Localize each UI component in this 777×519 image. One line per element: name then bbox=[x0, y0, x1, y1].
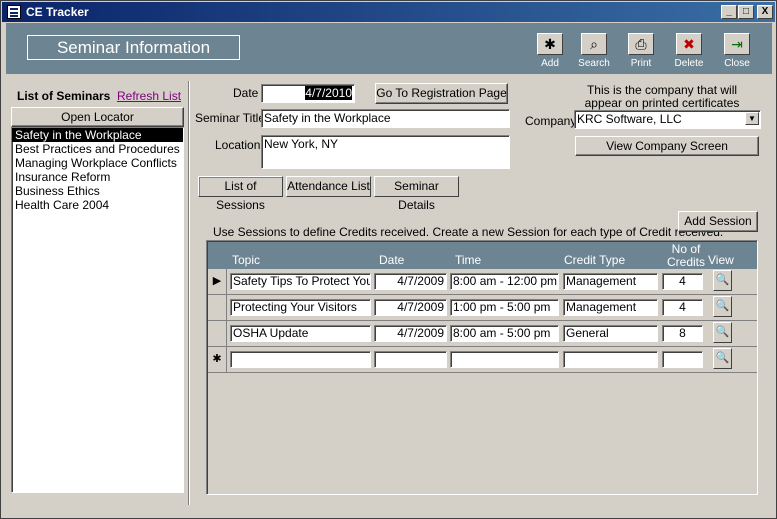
maximize-button[interactable]: □ bbox=[738, 5, 754, 19]
add-label: Add bbox=[541, 58, 559, 69]
credits-cell[interactable]: 4 bbox=[662, 299, 703, 316]
seminar-title-label: Seminar Title bbox=[195, 111, 266, 125]
credit-type-cell[interactable]: Management bbox=[563, 273, 658, 290]
title-bar[interactable]: CE Tracker _ □ X bbox=[2, 2, 775, 22]
col-date: Date bbox=[379, 253, 405, 267]
time-cell[interactable]: 8:00 am - 5:00 pm bbox=[450, 325, 559, 342]
row-selector[interactable] bbox=[208, 295, 227, 320]
time-cell[interactable]: 8:00 am - 12:00 pm bbox=[450, 273, 559, 290]
close-label: Close bbox=[724, 58, 750, 69]
tab-seminar-details[interactable]: Seminar Details bbox=[374, 176, 459, 212]
delete-button[interactable]: ✖ Delete bbox=[669, 33, 709, 69]
col-topic: Topic bbox=[232, 253, 261, 267]
date-field[interactable]: 4/7/2010 bbox=[261, 84, 355, 103]
table-row[interactable]: OSHA Update 4/7/2009 8:00 am - 5:00 pm G… bbox=[208, 321, 757, 347]
list-item[interactable]: Business Ethics bbox=[12, 184, 183, 198]
topic-cell[interactable]: OSHA Update bbox=[230, 325, 371, 342]
search-label: Search bbox=[578, 58, 610, 69]
company-note: This is the company that will appear on … bbox=[584, 83, 740, 110]
date-value: 4/7/2010 bbox=[305, 86, 352, 100]
time-cell[interactable] bbox=[450, 351, 559, 368]
time-cell[interactable]: 1:00 pm - 5:00 pm bbox=[450, 299, 559, 316]
company-label: Company bbox=[525, 114, 577, 128]
table-row[interactable]: Protecting Your Visitors 4/7/2009 1:00 p… bbox=[208, 295, 757, 321]
col-view: View bbox=[708, 253, 734, 267]
topic-cell[interactable] bbox=[230, 351, 371, 368]
seminar-title-field[interactable]: Safety in the Workplace bbox=[261, 109, 510, 128]
list-item[interactable]: Safety in the Workplace bbox=[12, 128, 183, 142]
magnifier-icon[interactable]: 🔍 bbox=[713, 322, 732, 343]
close-window-button[interactable]: X bbox=[757, 5, 773, 19]
credits-cell[interactable]: 8 bbox=[662, 325, 703, 342]
col-credit-type: Credit Type bbox=[564, 253, 626, 267]
new-record-row[interactable]: ✱ 🔍 bbox=[208, 347, 757, 373]
app-window: CE Tracker _ □ X Seminar Information ✱ A… bbox=[0, 0, 777, 519]
list-item[interactable]: Best Practices and Procedures bbox=[12, 142, 183, 156]
minimize-button[interactable]: _ bbox=[721, 5, 737, 19]
col-credits: No of Credits bbox=[666, 242, 705, 269]
current-record-icon[interactable]: ▶ bbox=[208, 269, 227, 294]
table-row[interactable]: ▶ Safety Tips To Protect Your E 4/7/2009… bbox=[208, 269, 757, 295]
tab-attendance-list[interactable]: Attendance List bbox=[286, 176, 371, 197]
credit-type-cell[interactable]: General bbox=[563, 325, 658, 342]
view-company-button[interactable]: View Company Screen bbox=[575, 136, 759, 156]
close-button[interactable]: ⇥ Close bbox=[717, 33, 757, 69]
open-locator-button[interactable]: Open Locator bbox=[11, 107, 184, 127]
grid-header: Topic Date Time Credit Type No of Credit… bbox=[208, 242, 757, 269]
print-button[interactable]: ⎙ Print bbox=[621, 33, 661, 69]
credits-cell[interactable] bbox=[662, 351, 703, 368]
window-title: CE Tracker bbox=[26, 5, 89, 19]
list-item[interactable]: Health Care 2004 bbox=[12, 198, 183, 212]
location-label: Location bbox=[215, 138, 261, 152]
header-bar: Seminar Information ✱ Add ⌕ Search ⎙ Pri… bbox=[6, 23, 772, 74]
company-value: KRC Software, LLC bbox=[577, 112, 682, 126]
panel-divider bbox=[188, 81, 190, 505]
list-item[interactable]: Managing Workplace Conflicts bbox=[12, 156, 183, 170]
row-selector[interactable] bbox=[208, 321, 227, 346]
date-cell[interactable]: 4/7/2009 bbox=[374, 273, 447, 290]
company-select[interactable]: KRC Software, LLC ▼ bbox=[574, 110, 761, 129]
topic-cell[interactable]: Safety Tips To Protect Your E bbox=[230, 273, 371, 290]
add-session-button[interactable]: Add Session bbox=[678, 211, 758, 232]
chevron-down-icon[interactable]: ▼ bbox=[745, 112, 759, 125]
delete-icon: ✖ bbox=[676, 33, 702, 55]
col-time: Time bbox=[455, 253, 482, 267]
tab-list-of-sessions[interactable]: List of Sessions bbox=[198, 176, 283, 212]
magnifier-icon[interactable]: 🔍 bbox=[713, 270, 732, 291]
add-record-icon: ✱ bbox=[537, 33, 563, 55]
date-cell[interactable]: 4/7/2009 bbox=[374, 299, 447, 316]
seminar-list-heading: List of Seminars bbox=[17, 89, 111, 103]
magnifier-icon[interactable]: 🔍 bbox=[713, 348, 732, 369]
credit-type-cell[interactable] bbox=[563, 351, 658, 368]
page-title: Seminar Information bbox=[27, 35, 240, 60]
list-item[interactable]: Insurance Reform bbox=[12, 170, 183, 184]
date-cell[interactable] bbox=[374, 351, 447, 368]
printer-icon: ⎙ bbox=[628, 33, 654, 55]
app-icon bbox=[7, 5, 21, 19]
go-to-registration-button[interactable]: Go To Registration Page bbox=[375, 83, 508, 104]
date-cell[interactable]: 4/7/2009 bbox=[374, 325, 447, 342]
search-button[interactable]: ⌕ Search bbox=[574, 33, 614, 69]
credit-type-cell[interactable]: Management bbox=[563, 299, 658, 316]
add-button[interactable]: ✱ Add bbox=[530, 33, 570, 69]
new-record-icon[interactable]: ✱ bbox=[208, 347, 227, 372]
location-field[interactable]: New York, NY bbox=[261, 135, 510, 169]
date-label: Date bbox=[233, 86, 259, 100]
refresh-list-link[interactable]: Refresh List bbox=[117, 89, 181, 103]
seminar-listbox[interactable]: Safety in the Workplace Best Practices a… bbox=[11, 127, 184, 493]
print-label: Print bbox=[630, 58, 652, 69]
binoculars-icon: ⌕ bbox=[581, 33, 607, 55]
credits-cell[interactable]: 4 bbox=[662, 273, 703, 290]
sessions-hint: Use Sessions to define Credits received.… bbox=[213, 225, 724, 239]
topic-cell[interactable]: Protecting Your Visitors bbox=[230, 299, 371, 316]
sessions-grid: Topic Date Time Credit Type No of Credit… bbox=[206, 240, 758, 495]
close-door-icon: ⇥ bbox=[724, 33, 750, 55]
delete-label: Delete bbox=[674, 58, 704, 69]
magnifier-icon[interactable]: 🔍 bbox=[713, 296, 732, 317]
